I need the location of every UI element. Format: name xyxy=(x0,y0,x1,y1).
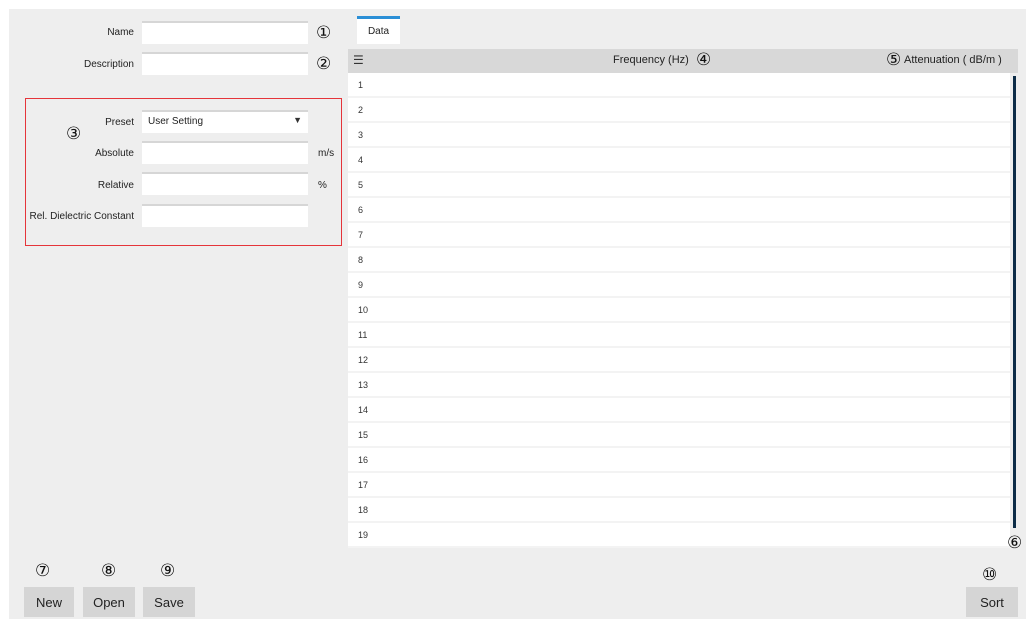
table-row[interactable]: 7 xyxy=(348,223,1010,248)
absolute-field[interactable] xyxy=(142,141,308,164)
table-row[interactable]: 1 xyxy=(348,73,1010,98)
callout-8: ⑧ xyxy=(101,561,117,581)
dielectric-label: Rel. Dielectric Constant xyxy=(29,211,134,222)
row-index: 5 xyxy=(358,180,364,190)
table-row[interactable]: 18 xyxy=(348,498,1010,523)
table-row[interactable]: 17 xyxy=(348,473,1010,498)
scrollbar-thumb[interactable] xyxy=(1013,76,1016,528)
row-index: 7 xyxy=(358,230,364,240)
table-row[interactable]: 14 xyxy=(348,398,1010,423)
row-index: 9 xyxy=(358,280,364,290)
preset-selected-value: User Setting xyxy=(148,116,204,127)
callout-6: ⑥ xyxy=(1007,533,1023,553)
callout-1: ① xyxy=(316,23,332,43)
data-table: 1 2 3 4 5 6 7 8 9 10 11 12 13 14 15 16 17 18 19 xyxy=(348,73,1010,548)
callout-3: ③ xyxy=(66,124,82,144)
tab-data[interactable]: Data xyxy=(357,16,400,44)
table-row[interactable]: 15 xyxy=(348,423,1010,448)
table-row[interactable]: 2 xyxy=(348,98,1010,123)
table-row[interactable]: 16 xyxy=(348,448,1010,473)
table-row[interactable]: 9 xyxy=(348,273,1010,298)
relative-unit: % xyxy=(318,180,327,191)
table-row[interactable]: 4 xyxy=(348,148,1010,173)
table-row[interactable]: 12 xyxy=(348,348,1010,373)
attenuation-column-header[interactable]: Attenuation ( dB/m ) xyxy=(904,54,1002,66)
callout-4: ④ xyxy=(696,50,712,70)
row-index: 16 xyxy=(358,455,369,465)
preset-label: Preset xyxy=(105,117,134,128)
preset-select[interactable]: User Setting ▼ xyxy=(142,110,308,133)
description-field[interactable] xyxy=(142,52,308,75)
callout-5: ⑤ xyxy=(886,50,902,70)
dielectric-field[interactable] xyxy=(142,204,308,227)
row-index: 8 xyxy=(358,255,364,265)
row-index: 11 xyxy=(358,330,368,340)
table-row[interactable]: 6 xyxy=(348,198,1010,223)
table-row[interactable]: 10 xyxy=(348,298,1010,323)
table-row[interactable]: 3 xyxy=(348,123,1010,148)
table-row[interactable]: 19 xyxy=(348,523,1010,548)
frequency-column-header[interactable]: Frequency (Hz) xyxy=(613,54,689,66)
dropdown-arrow-icon: ▼ xyxy=(293,115,302,125)
relative-label: Relative xyxy=(97,180,134,191)
callout-9: ⑨ xyxy=(160,561,176,581)
row-index: 10 xyxy=(358,305,369,315)
row-index: 12 xyxy=(358,355,369,365)
row-index: 4 xyxy=(358,155,364,165)
callout-2: ② xyxy=(316,54,332,74)
row-index: 13 xyxy=(358,380,369,390)
row-index: 3 xyxy=(358,130,364,140)
sort-button[interactable]: Sort xyxy=(966,587,1018,617)
row-index: 1 xyxy=(358,80,364,90)
description-label: Description xyxy=(83,59,134,70)
row-index: 18 xyxy=(358,505,369,515)
list-settings-icon[interactable]: ☰ xyxy=(353,53,364,67)
callout-7: ⑦ xyxy=(35,561,51,581)
table-row[interactable]: 13 xyxy=(348,373,1010,398)
row-index: 2 xyxy=(358,105,364,115)
row-index: 17 xyxy=(358,480,369,490)
table-row[interactable]: 5 xyxy=(348,173,1010,198)
row-index: 6 xyxy=(358,205,364,215)
save-button[interactable]: Save xyxy=(143,587,195,617)
absolute-unit: m/s xyxy=(318,148,335,159)
row-index: 14 xyxy=(358,405,369,415)
relative-field[interactable] xyxy=(142,172,308,195)
row-index: 15 xyxy=(358,430,369,440)
table-row[interactable]: 8 xyxy=(348,248,1010,273)
grid-header: ☰ Frequency (Hz) ④ ⑤ Attenuation ( dB/m … xyxy=(348,49,1018,73)
callout-10: ⑩ xyxy=(982,565,998,585)
absolute-label: Absolute xyxy=(95,148,134,159)
new-button[interactable]: New xyxy=(24,587,74,617)
name-field[interactable] xyxy=(142,21,308,44)
open-button[interactable]: Open xyxy=(83,587,135,617)
name-label: Name xyxy=(107,27,134,38)
row-index: 19 xyxy=(358,530,369,540)
table-row[interactable]: 11 xyxy=(348,323,1010,348)
